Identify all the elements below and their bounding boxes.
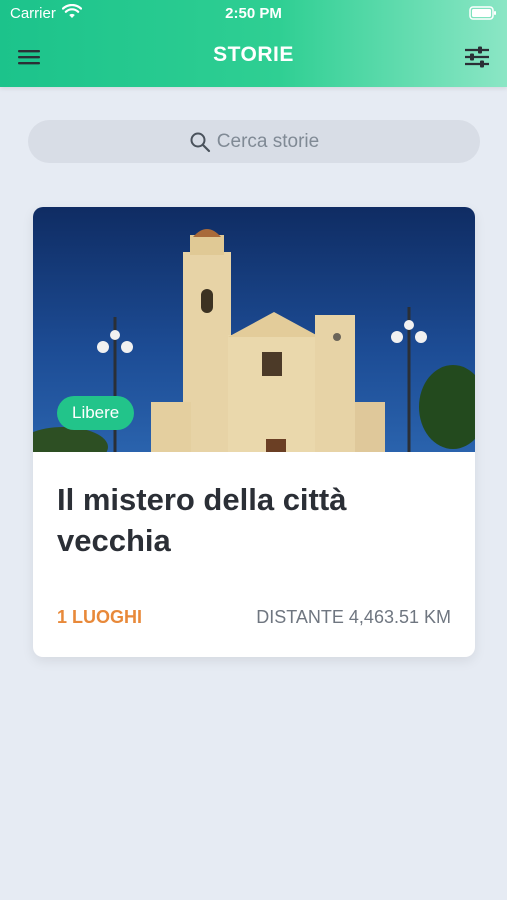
search-placeholder: Cerca storie — [216, 130, 320, 152]
search-bar[interactable]: Cerca storie — [28, 120, 480, 163]
story-badge: Libere — [57, 396, 135, 430]
page-title: STORIE — [213, 43, 294, 66]
status-bar: Carrier 2:50 PM — [0, 0, 507, 27]
app-header: Carrier 2:50 PM STORIE — [0, 0, 507, 87]
story-card[interactable]: Libere Il mistero della città vecchia 1 … — [33, 207, 475, 657]
nav-bar: STORIE — [0, 27, 507, 87]
sliders-icon — [465, 46, 489, 68]
status-time: 2:50 PM — [225, 5, 282, 22]
battery-icon — [469, 6, 497, 24]
story-places: 1 LUOGHI — [57, 607, 143, 627]
story-distance: DISTANTE 4,463.51 KM — [256, 607, 451, 627]
story-title: Il mistero della città vecchia — [57, 482, 347, 558]
filter-button[interactable] — [463, 43, 491, 71]
search-icon — [190, 132, 210, 152]
